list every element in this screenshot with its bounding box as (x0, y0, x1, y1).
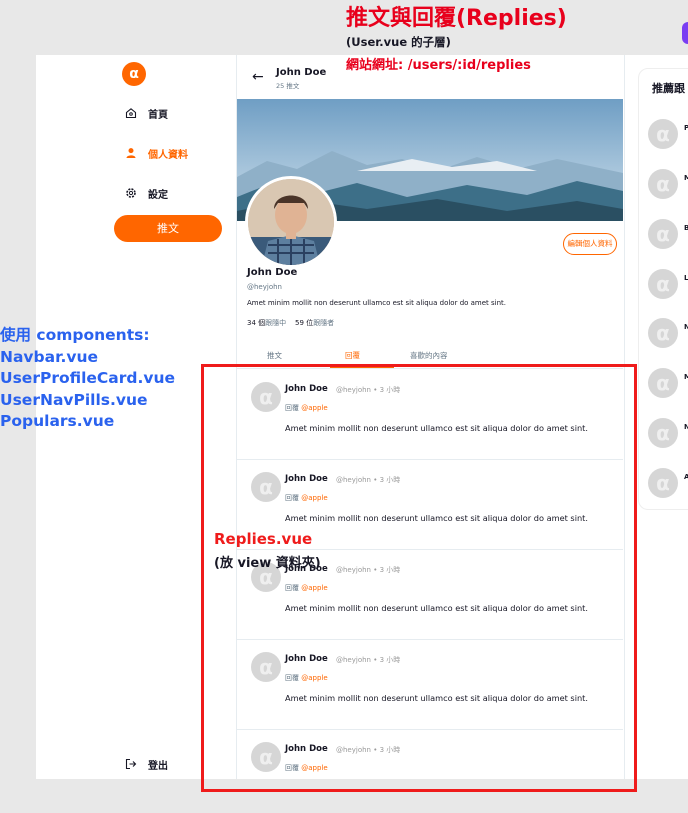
avatar[interactable]: α (648, 219, 678, 249)
user-icon (124, 146, 138, 160)
back-arrow-icon[interactable]: ← (252, 69, 264, 85)
annotation-components-line: UserProfileCard.vue (0, 369, 176, 387)
annotation-replies-subtitle: (放 view 資料夾) (214, 556, 321, 571)
popular-user-name[interactable]: L (684, 274, 688, 282)
profile-stats: 34 個跟隨中 59 位跟隨者 (247, 318, 334, 328)
logo-icon[interactable]: α (122, 62, 146, 86)
edit-profile-button[interactable]: 編輯個人資料 (563, 233, 617, 255)
nav-item-settings[interactable]: 設定 (124, 184, 168, 202)
annotation-components-line: 使用 components: (0, 326, 150, 344)
gear-icon (124, 186, 138, 200)
logout-label: 登出 (148, 760, 168, 772)
nav-item-label: 個人資料 (148, 149, 188, 161)
annotation-components: 使用 components: Navbar.vue UserProfileCar… (0, 325, 175, 433)
nav-item-profile[interactable]: 個人資料 (124, 144, 188, 162)
annotation-url: 網站網址: /users/:id/replies (346, 58, 531, 73)
following-count[interactable]: 34 個 (247, 319, 265, 327)
annotation-highlight-box (201, 364, 637, 792)
followers-label[interactable]: 跟隨者 (313, 319, 334, 327)
tab-tweets[interactable]: 推文 (267, 350, 282, 361)
popular-user-name[interactable]: M (684, 373, 688, 381)
popular-user-name[interactable]: N (684, 423, 688, 431)
avatar[interactable]: α (648, 368, 678, 398)
popular-user-name[interactable]: M (684, 174, 688, 182)
nav-item-label: 首頁 (148, 109, 168, 121)
popular-user-name[interactable]: A (684, 473, 688, 481)
profile-bio: Amet minim mollit non deserunt ullamco e… (247, 299, 507, 307)
home-icon (124, 106, 138, 120)
avatar[interactable]: α (648, 169, 678, 199)
popular-user-name[interactable]: P (684, 124, 688, 132)
annotation-components-line: Populars.vue (0, 412, 115, 430)
logout-button[interactable]: 登出 (124, 755, 168, 773)
popular-title: 推薦跟 (652, 82, 685, 95)
annotation-components-line: Navbar.vue (0, 347, 99, 366)
annotation-title: 推文與回覆(Replies) (346, 6, 567, 31)
avatar[interactable]: α (648, 269, 678, 299)
nav-item-home[interactable]: 首頁 (124, 104, 168, 122)
following-label[interactable]: 跟隨中 (265, 319, 286, 327)
avatar[interactable]: α (648, 418, 678, 448)
annotation-marker (682, 22, 688, 44)
popular-user-name[interactable]: B (684, 224, 688, 232)
logout-icon (124, 757, 138, 771)
annotation-subtitle: (User.vue 的子層) (346, 35, 451, 49)
header-name: John Doe (276, 67, 327, 78)
header-tweet-count: 25 推文 (276, 82, 300, 90)
tweet-button[interactable]: 推文 (114, 215, 222, 242)
annotation-replies-title: Replies.vue (214, 530, 313, 548)
nav-item-label: 設定 (148, 189, 168, 201)
tab-likes[interactable]: 喜歡的內容 (410, 350, 448, 361)
profile-handle: @heyjohn (247, 283, 282, 291)
followers-count[interactable]: 59 位 (295, 319, 313, 327)
popular-user-name[interactable]: N (684, 323, 688, 331)
profile-avatar (245, 176, 337, 268)
tab-replies[interactable]: 回覆 (345, 350, 360, 361)
avatar[interactable]: α (648, 119, 678, 149)
avatar[interactable]: α (648, 318, 678, 348)
avatar[interactable]: α (648, 468, 678, 498)
annotation-components-line: UserNavPills.vue (0, 390, 148, 409)
profile-name: John Doe (247, 267, 298, 278)
